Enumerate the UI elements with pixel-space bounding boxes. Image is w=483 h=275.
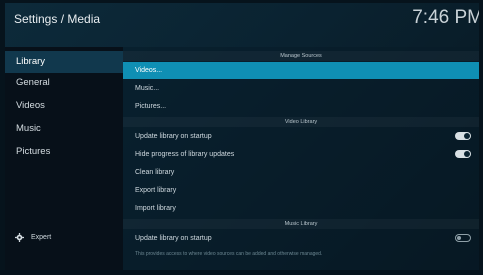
sidebar-item-videos[interactable]: Videos (5, 95, 123, 117)
setting-label: Update library on startup (135, 235, 212, 242)
sidebar-item-music[interactable]: Music (5, 118, 123, 140)
music-update-on-startup[interactable]: Update library on startup (123, 230, 479, 247)
setting-label: Update library on startup (135, 133, 212, 140)
header: Settings / Media 7:46 PM (5, 3, 479, 37)
video-import-library[interactable]: Import library (123, 200, 479, 217)
settings-list: Manage Sources Videos... Music... Pictur… (123, 47, 479, 270)
expert-level-button[interactable]: Expert (15, 233, 51, 242)
setting-label: Hide progress of library updates (135, 151, 235, 158)
section-manage-sources: Manage Sources (123, 51, 479, 61)
toggle-switch-on[interactable] (455, 150, 471, 158)
setting-description: This provides access to where video sour… (135, 251, 323, 257)
page-title: Settings / Media (14, 12, 101, 26)
video-export-library[interactable]: Export library (123, 182, 479, 199)
sidebar-item-library[interactable]: Library (5, 51, 123, 73)
source-videos-item[interactable]: Videos... (123, 62, 479, 79)
sidebar: Library General Videos Music Pictures Ex… (5, 47, 123, 270)
video-hide-progress[interactable]: Hide progress of library updates (123, 146, 479, 163)
sidebar-item-general[interactable]: General (5, 72, 123, 94)
source-music-item[interactable]: Music... (123, 80, 479, 97)
source-pictures-item[interactable]: Pictures... (123, 98, 479, 115)
toggle-switch-on[interactable] (455, 132, 471, 140)
expert-label: Expert (31, 234, 52, 241)
sidebar-item-pictures[interactable]: Pictures (5, 141, 123, 163)
clock: 7:46 PM (412, 7, 479, 28)
video-clean-library[interactable]: Clean library (123, 164, 479, 181)
gear-icon (15, 233, 24, 242)
settings-window: Settings / Media 7:46 PM Library General… (5, 3, 479, 270)
section-music-library: Music Library (123, 219, 479, 229)
video-update-on-startup[interactable]: Update library on startup (123, 128, 479, 145)
toggle-switch-off[interactable] (455, 234, 471, 242)
section-video-library: Video Library (123, 117, 479, 127)
